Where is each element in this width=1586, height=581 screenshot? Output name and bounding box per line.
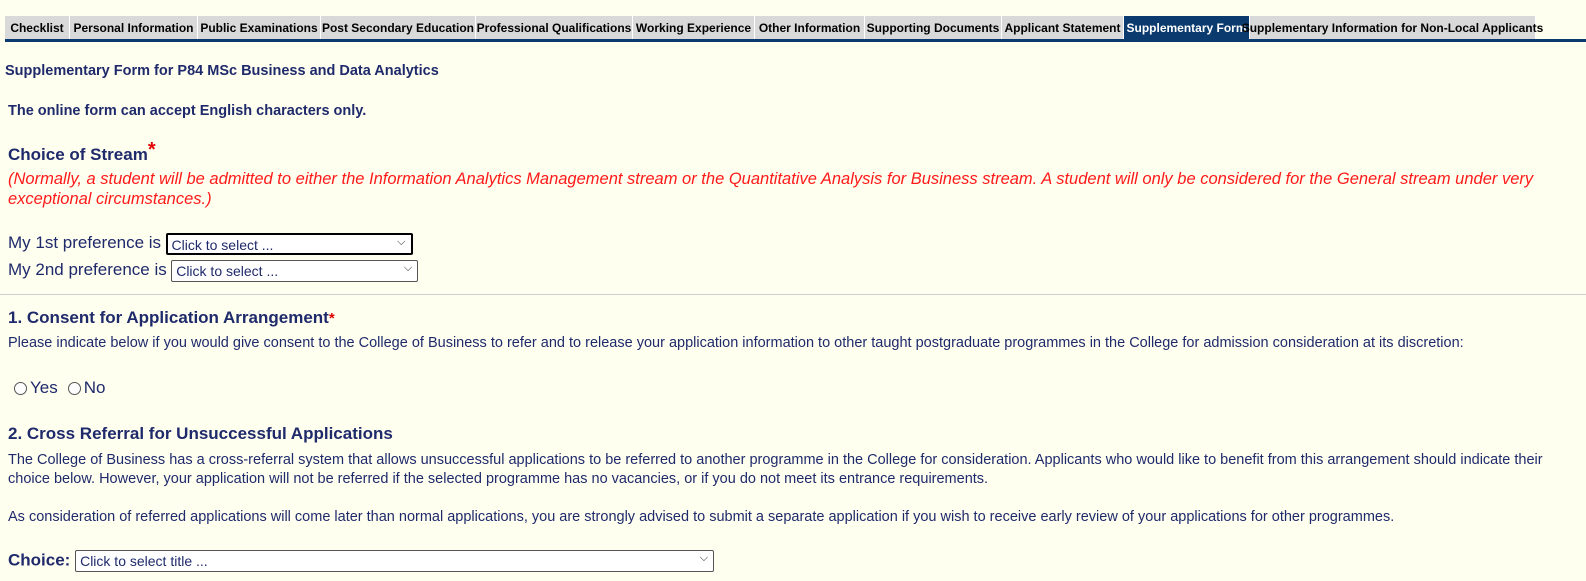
consent-yes-label[interactable]: Yes <box>30 378 58 398</box>
consent-radio-group: Yes No <box>14 378 115 398</box>
tab-working-experience[interactable]: Working Experience <box>633 16 755 39</box>
tab-post-secondary-education[interactable]: Post Secondary Education <box>321 16 476 39</box>
choice-select[interactable]: Click to select title ... ⌵ <box>75 550 715 572</box>
tab-applicant-statement[interactable]: Applicant Statement <box>1002 16 1124 39</box>
consent-yes-radio[interactable] <box>14 381 27 395</box>
tab-checklist[interactable]: Checklist <box>5 16 70 39</box>
first-preference-select[interactable]: Click to select ... ⌵ <box>165 233 413 255</box>
tab-professional-qualifications[interactable]: Professional Qualifications <box>476 16 633 39</box>
second-preference-row: My 2nd preference is Click to select ...… <box>8 260 419 282</box>
stream-heading: Choice of Stream* <box>8 139 156 166</box>
first-preference-label: My 1st preference is <box>8 233 162 253</box>
consent-heading: 1. Consent for Application Arrangement* <box>8 308 335 328</box>
cross-referral-advice: As consideration of referred application… <box>8 509 1395 525</box>
tab-supporting-documents[interactable]: Supporting Documents <box>865 16 1002 39</box>
stream-note: (Normally, a student will be admitted to… <box>8 170 1534 208</box>
consent-text: Please indicate below if you would give … <box>8 335 1464 351</box>
second-preference-select[interactable]: Click to select ... ⌵ <box>171 260 419 282</box>
tab-supplementary-form[interactable]: Supplementary Form <box>1124 16 1250 39</box>
form-title: Supplementary Form for P84 MSc Business … <box>5 63 439 79</box>
required-asterisk: * <box>328 310 335 327</box>
choice-label: Choice: <box>8 550 71 570</box>
stream-heading-text: Choice of Stream <box>8 145 148 164</box>
chevron-down-icon: ⌵ <box>397 236 406 248</box>
english-only-notice: The online form can accept English chara… <box>8 103 367 119</box>
tab-supplementary-information-non-local[interactable]: Supplementary Information for Non-Local … <box>1242 16 1543 39</box>
choice-row: Choice: Click to select title ... ⌵ <box>8 550 715 572</box>
chevron-down-icon: ⌵ <box>699 552 709 564</box>
consent-no-label[interactable]: No <box>84 378 106 398</box>
tab-personal-information[interactable]: Personal Information <box>70 16 198 39</box>
tab-other-information[interactable]: Other Information <box>755 16 865 39</box>
cross-referral-heading: 2. Cross Referral for Unsuccessful Appli… <box>8 424 393 443</box>
cross-referral-text: The College of Business has a cross-refe… <box>8 452 1543 487</box>
second-preference-label: My 2nd preference is <box>8 260 167 280</box>
section-divider <box>0 294 1586 295</box>
consent-heading-text: 1. Consent for Application Arrangement <box>8 308 329 327</box>
consent-no-radio[interactable] <box>67 381 81 395</box>
first-preference-row: My 1st preference is Click to select ...… <box>8 233 413 255</box>
tab-bar: Checklist Personal Information Public Ex… <box>5 16 1586 42</box>
tab-public-examinations[interactable]: Public Examinations <box>198 16 321 39</box>
first-preference-value: Click to select ... <box>171 237 274 253</box>
second-preference-value: Click to select ... <box>176 263 279 279</box>
required-asterisk: * <box>147 139 156 161</box>
choice-value: Click to select title ... <box>80 553 208 569</box>
chevron-down-icon: ⌵ <box>403 262 413 274</box>
